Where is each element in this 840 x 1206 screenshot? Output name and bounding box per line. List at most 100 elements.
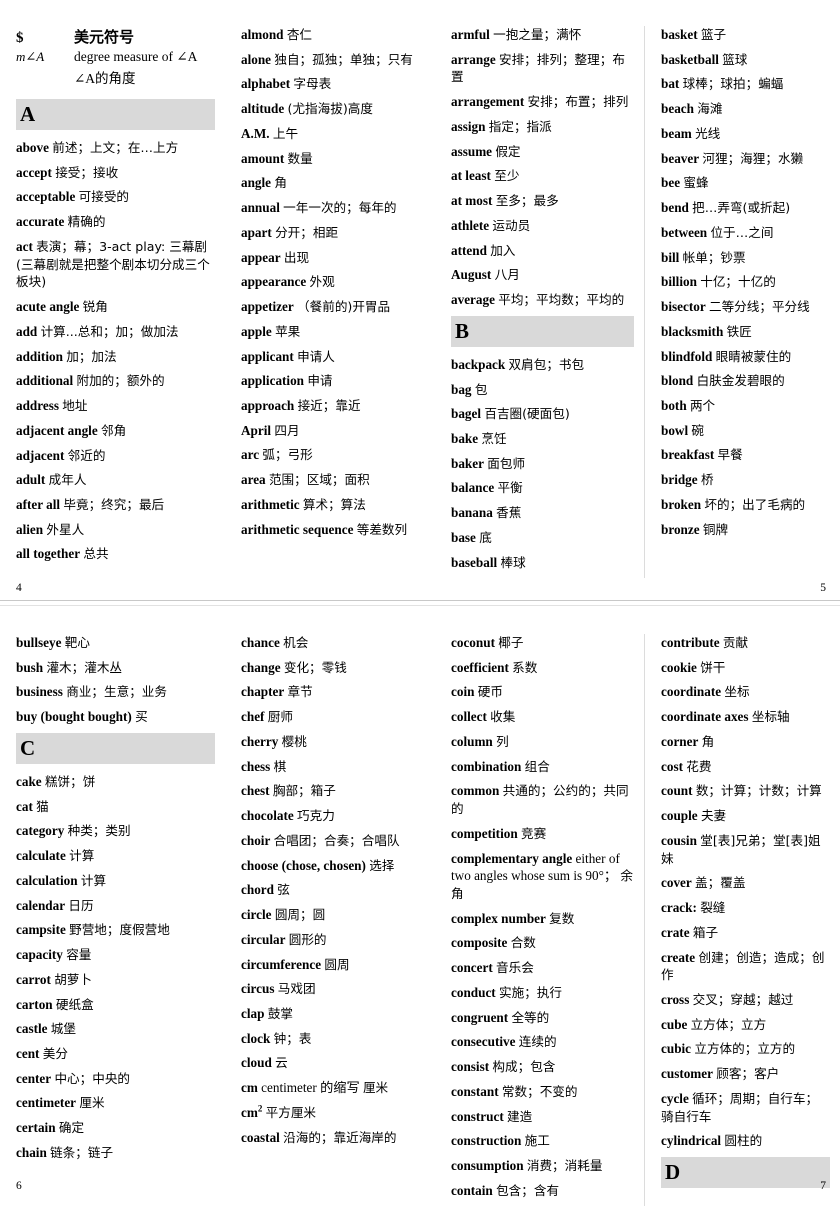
entry-definition-cn: 沿海的；靠近海岸的 — [283, 1129, 397, 1145]
glossary-entry: buy (bought bought) 买 — [16, 708, 215, 726]
entry-term: bronze — [661, 521, 700, 537]
glossary-entry: billion 十亿；十亿的 — [661, 273, 830, 291]
glossary-entry: cousin 堂[表]兄弟；堂[表]姐妹 — [661, 832, 830, 867]
entry-definition-cn: 铁匠 — [726, 323, 752, 339]
entry-term: coordinate axes — [661, 709, 749, 725]
page-number-left: 4 — [16, 582, 22, 594]
glossary-entry: contribute 贡献 — [661, 634, 830, 652]
entry-definition-cn: 巧克力 — [297, 808, 335, 824]
glossary-entry: column 列 — [451, 733, 634, 751]
entry-term: coin — [451, 684, 475, 700]
entry-definition-cn: 圆周；圆 — [274, 907, 326, 923]
glossary-entry: collect 收集 — [451, 708, 634, 726]
entry-term: castle — [16, 1021, 48, 1037]
entry-definition-cn: 弦 — [277, 882, 290, 898]
entry-term: couple — [661, 808, 698, 824]
entry-term: count — [661, 783, 693, 799]
entry-definition-cn: 加；加法 — [66, 348, 117, 364]
glossary-entry: certain 确定 — [16, 1119, 215, 1137]
entry-term: clock — [241, 1030, 271, 1046]
glossary-entry: attend 加入 — [451, 242, 634, 260]
glossary-entry: complementary angle either of two angles… — [451, 850, 634, 903]
glossary-entry: baseball 棒球 — [451, 554, 634, 572]
entry-definition-cn: 篮子 — [700, 27, 727, 42]
entry-definition-cn: 运动员 — [492, 217, 531, 233]
entry-term: accurate — [16, 214, 65, 230]
glossary-entry: at least 至少 — [451, 167, 634, 185]
entry-definition-cn: 附加的；额外的 — [76, 373, 165, 389]
page-1-column-3: armful 一抱之量；满怀 arrange 安排；排列；整理；布置 arrange… — [435, 26, 645, 579]
glossary-page-2: bullseye 靶心 bush 灌木；灌木丛 business 商业；生意；业务 b… — [0, 606, 840, 1206]
entry-definition-cn: 消费；消耗量 — [526, 1157, 603, 1173]
entry-definition-cn: 箱子 — [692, 924, 719, 940]
glossary-entry: clap 鼓掌 — [241, 1005, 425, 1023]
entry-definition-cn: 建造 — [507, 1108, 533, 1124]
entry-term: angle — [241, 175, 272, 191]
entry-definition-cn: 马戏团 — [277, 981, 316, 997]
glossary-entry: adult 成年人 — [16, 471, 215, 489]
entry-definition-cn: 接近；靠近 — [297, 398, 361, 414]
symbol-value-cn: ∠A的角度 — [74, 71, 136, 86]
entry-definition-cn: 合数 — [510, 935, 536, 951]
entry-term: at most — [451, 193, 493, 209]
entry-term: between — [661, 224, 708, 240]
glossary-entry: approach 接近；靠近 — [241, 397, 425, 415]
entry-definition-cn: 容量 — [66, 947, 92, 963]
glossary-entry: bronze 铜牌 — [661, 521, 830, 539]
entry-definition-cn: 香蕉 — [496, 505, 522, 521]
glossary-entry: cost 花费 — [661, 758, 830, 776]
entry-definition-cn: 平方厘米 — [265, 1104, 317, 1120]
glossary-entry: calculation 计算 — [16, 872, 215, 890]
entry-definition-cn: 包 — [474, 381, 488, 397]
entry-definition-cn: 厨师 — [267, 709, 293, 725]
entry-term: bake — [451, 431, 479, 447]
glossary-entry: arc 弧；弓形 — [241, 446, 425, 464]
entry-term: crack: — [661, 900, 697, 916]
entry-term: bat — [661, 76, 680, 92]
entry-term: breakfast — [661, 447, 715, 463]
glossary-entry: acute angle 锐角 — [16, 298, 215, 316]
entry-definition-cn: 圆形的 — [288, 931, 327, 947]
entry-term: circular — [241, 931, 286, 947]
entry-definition-cn: 弧；弓形 — [262, 447, 313, 463]
glossary-entry: construction 施工 — [451, 1132, 634, 1150]
entry-definition-cn: 至多；最多 — [495, 193, 559, 209]
entry-definition-cn: 角 — [701, 733, 715, 749]
entry-term: appetizer — [241, 299, 294, 315]
glossary-entry: application 申请 — [241, 372, 425, 390]
entry-term: additional — [16, 373, 74, 389]
glossary-entry: concert 音乐会 — [451, 959, 634, 977]
entry-list: above 前述；上文；在…上方 accept 接受；接收 acceptable 可… — [16, 139, 215, 563]
entry-term: after all — [16, 497, 61, 513]
entry-definition-cn: 樱桃 — [281, 733, 307, 749]
entry-definition-cn: 商业；生意；业务 — [66, 684, 167, 700]
entry-definition-cn: 猫 — [36, 798, 49, 814]
glossary-entry: center 中心；中央的 — [16, 1070, 215, 1088]
glossary-entry: beam 光线 — [661, 125, 830, 143]
glossary-entry: create 创建；创造；造成；创作 — [661, 949, 830, 984]
entry-definition-cn: 独自；孤独；单独；只有 — [274, 51, 413, 67]
glossary-entry: cookie 饼干 — [661, 659, 830, 677]
page-1-column-2: almond 杏仁 alone 独自；孤独；单独；只有 alphabet 字母表 al… — [225, 26, 435, 545]
entry-term: beam — [661, 125, 692, 141]
glossary-entry: cent 美分 — [16, 1045, 215, 1063]
entry-definition-cn: 安排；布置；排列 — [527, 94, 629, 110]
entry-term: constant — [451, 1083, 499, 1099]
glossary-entry: circumference 圆周 — [241, 956, 425, 974]
entry-term: chance — [241, 635, 280, 650]
entry-definition-cn: (尤指海拔)高度 — [287, 101, 373, 117]
page-2-column-3: coconut 椰子 coefficient 系数 coin 硬币 collect 收… — [435, 634, 645, 1206]
glossary-entry: assume 假定 — [451, 143, 634, 161]
entry-definition-cn: 光线 — [695, 125, 721, 141]
page-1-footer: 4 5 — [0, 582, 840, 594]
entry-definition-cn: 厘米 — [79, 1095, 105, 1111]
entry-term: A.M. — [241, 125, 270, 141]
entry-definition-cn: 蜜蜂 — [683, 175, 709, 191]
glossary-entry: alphabet 字母表 — [241, 75, 425, 93]
entry-definition-cn: 立方体；立方 — [690, 1016, 767, 1032]
glossary-entry: beach 海滩 — [661, 100, 830, 118]
entry-definition-cn: 靶心 — [64, 635, 90, 650]
entry-definition-cn: 饼干 — [700, 659, 726, 675]
entry-definition-cn: 上午 — [272, 125, 299, 141]
entry-definition-cn: 加入 — [490, 242, 516, 258]
